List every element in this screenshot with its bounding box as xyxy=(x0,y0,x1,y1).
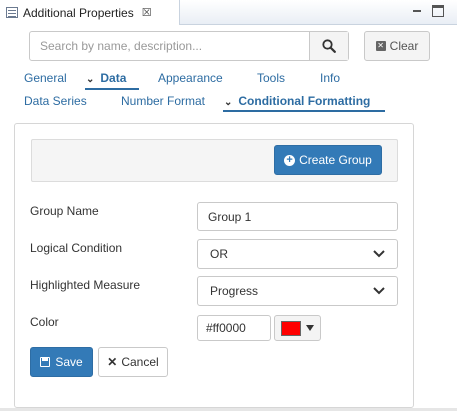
view-tab-additional-properties[interactable]: Additional Properties ☒ xyxy=(0,0,180,25)
clear-label: Clear xyxy=(389,39,419,53)
maximize-view-button[interactable] xyxy=(432,5,444,17)
chevron-down-icon xyxy=(373,287,385,295)
logical-condition-value: OR xyxy=(210,247,228,261)
save-button[interactable]: Save xyxy=(30,347,93,377)
color-hex-input[interactable] xyxy=(197,315,271,341)
logical-condition-label: Logical Condition xyxy=(30,241,123,255)
search-group xyxy=(29,31,349,61)
chevron-down-icon: ⌄ xyxy=(86,74,95,85)
color-picker-button[interactable] xyxy=(274,315,321,341)
search-input[interactable] xyxy=(30,32,309,60)
tab-appearance[interactable]: Appearance xyxy=(158,71,223,85)
properties-view-icon xyxy=(6,7,18,18)
tab-data-label: Data xyxy=(100,71,127,85)
highlighted-measure-select[interactable]: Progress xyxy=(197,276,398,306)
tab-general[interactable]: General xyxy=(24,71,67,85)
chevron-down-icon xyxy=(373,250,385,258)
logical-condition-select[interactable]: OR xyxy=(197,239,398,269)
color-label: Color xyxy=(30,315,59,329)
chevron-down-icon: ⌄ xyxy=(224,97,233,108)
tab-conditional-formatting-label: Conditional Formatting xyxy=(238,94,371,108)
highlighted-measure-label: Highlighted Measure xyxy=(30,278,141,292)
group-name-input[interactable] xyxy=(197,202,398,231)
clear-button[interactable]: ✕ Clear xyxy=(364,31,430,61)
tab-info[interactable]: Info xyxy=(320,71,340,85)
search-icon xyxy=(322,39,336,53)
tab-data-underline xyxy=(85,88,139,90)
cancel-label: Cancel xyxy=(121,355,159,369)
cancel-button[interactable]: ✕ Cancel xyxy=(98,347,168,377)
tab-conditional-formatting[interactable]: ⌄ Conditional Formatting xyxy=(224,94,370,108)
caret-down-icon xyxy=(306,325,314,331)
search-button[interactable] xyxy=(309,32,348,60)
create-group-label: Create Group xyxy=(299,153,372,167)
tab-number-format[interactable]: Number Format xyxy=(121,94,205,108)
close-icon: ✕ xyxy=(107,355,118,369)
minimize-view-button[interactable] xyxy=(411,5,423,17)
view-tab-bar: Additional Properties ☒ xyxy=(0,0,457,25)
group-name-label: Group Name xyxy=(30,204,99,218)
highlighted-measure-value: Progress xyxy=(210,284,259,298)
create-group-button[interactable]: + Create Group xyxy=(274,145,382,175)
tab-data[interactable]: ⌄ Data xyxy=(86,71,126,85)
save-icon xyxy=(40,357,51,367)
close-view-icon[interactable]: ☒ xyxy=(142,6,152,19)
color-swatch xyxy=(281,320,301,336)
tab-data-series[interactable]: Data Series xyxy=(24,94,87,108)
tab-conditional-formatting-underline xyxy=(223,110,385,112)
clear-x-icon: ✕ xyxy=(375,41,386,51)
save-label: Save xyxy=(55,355,83,369)
view-tab-title: Additional Properties xyxy=(23,5,134,20)
tab-tools[interactable]: Tools xyxy=(257,71,285,85)
plus-circle-icon: + xyxy=(284,154,296,166)
